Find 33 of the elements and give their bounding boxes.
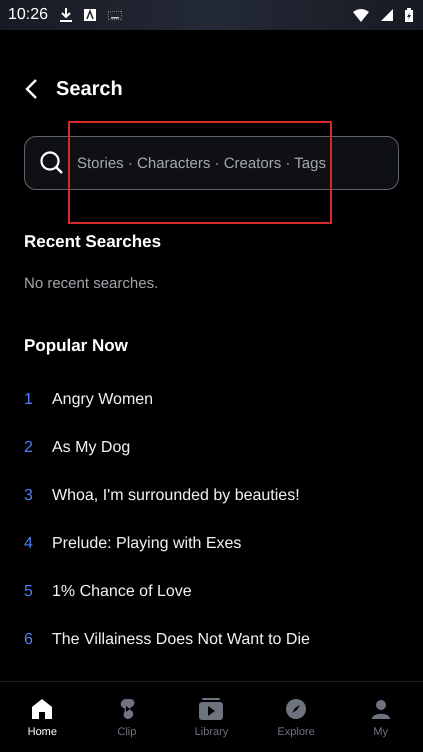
wifi-icon: [353, 8, 369, 22]
popular-item[interactable]: The Villainess Does Not Want to Die: [52, 631, 310, 649]
rank-number: 5: [24, 583, 34, 601]
page-title: Search: [56, 78, 123, 100]
nav-tab[interactable]: Clip: [84, 682, 170, 752]
empty-message: No recent searches.: [23, 275, 160, 292]
rank-number: 4: [24, 535, 34, 553]
popular-item[interactable]: Prelude: Playing with Exes: [52, 535, 242, 553]
download-icon: [60, 8, 72, 22]
home-icon: [30, 696, 54, 720]
nav-tab[interactable]: Explore: [254, 682, 338, 752]
popular-item[interactable]: As My Dog: [52, 439, 130, 457]
back-icon[interactable]: [24, 78, 38, 100]
section-title: Popular Now: [23, 336, 129, 356]
status-time: 10:26: [8, 6, 48, 24]
battery-icon: [405, 8, 413, 22]
rank-number: 2: [24, 439, 34, 457]
search-field[interactable]: Stories · Characters · Creators · Tags: [24, 136, 399, 190]
rank-number: 1: [24, 391, 34, 409]
library-icon: [198, 696, 224, 720]
rank-number: 3: [24, 487, 34, 505]
signal-icon: [381, 9, 393, 21]
nav-tab[interactable]: My: [338, 682, 423, 752]
rank-number: 6: [24, 631, 34, 649]
nav-tab[interactable]: Library: [169, 682, 254, 752]
app-icon: [84, 9, 96, 21]
compass-icon: [284, 696, 308, 720]
nav-tab[interactable]: Home: [0, 682, 85, 752]
keyboard-icon: [108, 10, 122, 20]
popular-item[interactable]: Whoa, I'm surrounded by beauties!: [52, 487, 300, 505]
section-title: Recent Searches: [23, 232, 162, 252]
popular-item[interactable]: 1% Chance of Love: [52, 583, 192, 601]
popular-item[interactable]: Angry Women: [52, 391, 154, 409]
